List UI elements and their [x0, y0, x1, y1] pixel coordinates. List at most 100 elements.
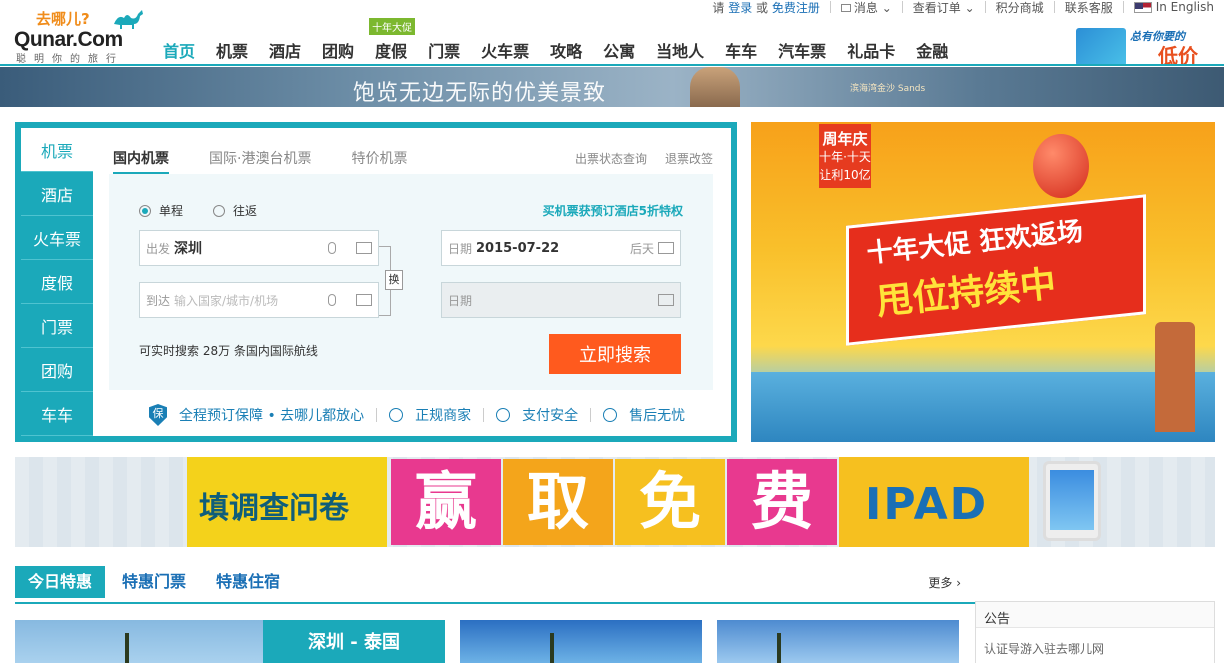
- roundtrip-radio[interactable]: 往返: [213, 202, 257, 219]
- side-tab-hotels[interactable]: 酒店: [21, 172, 93, 216]
- mail-icon: [840, 4, 851, 12]
- tab-ticket-deals[interactable]: 特惠门票: [122, 566, 186, 598]
- oneway-radio[interactable]: 单程: [139, 202, 183, 219]
- top-banner-ad[interactable]: 饱览无边无际的优美景致 滨海湾金沙 Sands: [0, 67, 1224, 107]
- date-value: 2015-07-22: [476, 240, 560, 256]
- deal-card[interactable]: [460, 620, 702, 663]
- deal-card[interactable]: [717, 620, 959, 663]
- microphone-icon[interactable]: [328, 242, 336, 254]
- top-banner-text: 饱览无边无际的优美景致: [353, 81, 607, 106]
- phone-icon: [1076, 28, 1126, 66]
- nav-giftcard[interactable]: 礼品卡: [847, 38, 895, 62]
- logo-en: Qunar.Com: [14, 28, 123, 51]
- register-link[interactable]: 免费注册: [772, 0, 820, 16]
- main-nav: 首页 机票 酒店 团购 十年大促 度假 门票 火车票 攻略 公寓 当地人 车车 汽…: [163, 18, 969, 62]
- assurance-aftersale[interactable]: 售后无忧: [629, 405, 685, 425]
- arrival-field[interactable]: 到达 输入国家/城市/机场: [139, 282, 379, 318]
- nav-locals[interactable]: 当地人: [656, 38, 704, 62]
- tab-special-flights[interactable]: 特价机票: [351, 136, 407, 174]
- nav-flights[interactable]: 机票: [216, 38, 248, 62]
- microphone-icon[interactable]: [328, 294, 336, 306]
- nav-vacation[interactable]: 十年大促 度假: [369, 18, 416, 62]
- nav-hotels[interactable]: 酒店: [269, 38, 301, 62]
- side-tab-groupbuy[interactable]: 团购: [21, 348, 93, 392]
- more-label: 更多: [928, 576, 953, 590]
- radio-dot-checked: [139, 204, 151, 217]
- side-tab-flights[interactable]: 机票: [21, 128, 93, 172]
- flight-type-tabs: 国内机票 国际·港澳台机票 特价机票: [113, 136, 447, 174]
- side-tab-vacation[interactable]: 度假: [21, 260, 93, 304]
- nav-groupbuy[interactable]: 团购: [322, 38, 354, 62]
- customer-service-link[interactable]: 联系客服: [1065, 0, 1113, 16]
- divider: [590, 408, 592, 422]
- side-tab-tickets[interactable]: 门票: [21, 304, 93, 348]
- refund-link[interactable]: 退票改签: [665, 150, 713, 167]
- logo-cn: 去哪儿?: [36, 10, 90, 28]
- qunar-logo[interactable]: 去哪儿? Qunar.Com 聪明你的旅行: [14, 6, 144, 65]
- tab-domestic-flights[interactable]: 国内机票: [113, 136, 169, 174]
- return-date-field: 日期: [441, 282, 681, 318]
- assurance-bar: 保 全程预订保障 • 去哪儿都放心 正规商家 支付安全 售后无忧: [149, 404, 685, 426]
- side-tab-trains[interactable]: 火车票: [21, 216, 93, 260]
- tab-hotel-deals[interactable]: 特惠住宿: [216, 566, 280, 598]
- arrival-label: 到达: [146, 293, 171, 308]
- hotel-discount-link[interactable]: 买机票获预订酒店5折特权: [543, 202, 683, 219]
- assurance-payment[interactable]: 支付安全: [522, 405, 578, 425]
- promo-badge: 十年大促: [369, 18, 416, 35]
- notice-panel: 公告 认证导游入驻去哪儿网: [975, 601, 1215, 663]
- departure-date-field[interactable]: 日期 2015-07-22 后天: [441, 230, 681, 266]
- city-list-icon[interactable]: [356, 294, 372, 306]
- roundtrip-label: 往返: [233, 204, 258, 218]
- nav-bus[interactable]: 汽车票: [778, 38, 826, 62]
- orders-label: 查看订单: [912, 0, 961, 15]
- assurance-merchant[interactable]: 正规商家: [415, 405, 471, 425]
- big-char-4: 费: [727, 459, 837, 545]
- messages-link[interactable]: 消息 ⌄: [840, 0, 892, 16]
- nav-guides[interactable]: 攻略: [550, 38, 582, 62]
- certified-icon: [389, 408, 404, 422]
- anniversary-tag: 周年庆 十年·十天 让利10亿: [819, 124, 871, 188]
- survey-banner-ad[interactable]: 填调查问卷 赢 取 免 费 IPAD: [15, 457, 1215, 547]
- tower-image: [1155, 322, 1195, 432]
- palm-image: [777, 633, 781, 663]
- tab-today-deals[interactable]: 今日特惠: [15, 566, 106, 598]
- banner-brand: 滨海湾金沙 Sands: [850, 84, 926, 94]
- swap-cities-button[interactable]: 换: [385, 270, 403, 290]
- orders-link[interactable]: 查看订单 ⌄: [913, 0, 975, 16]
- side-tab-cars[interactable]: 车车: [21, 392, 93, 436]
- arrival-placeholder: 输入国家/城市/机场: [174, 293, 279, 308]
- tab-international-flights[interactable]: 国际·港澳台机票: [209, 136, 311, 174]
- english-link[interactable]: In English: [1133, 0, 1214, 14]
- survey-text: 填调查问卷: [199, 491, 349, 526]
- anniversary-title: 周年庆: [822, 130, 868, 148]
- login-link[interactable]: 登录: [728, 0, 752, 16]
- nav-apartments[interactable]: 公寓: [603, 38, 635, 62]
- shield-icon: 保: [149, 404, 167, 426]
- calendar-icon[interactable]: [658, 242, 674, 254]
- us-flag-icon: [1133, 2, 1152, 13]
- camel-icon: [114, 10, 143, 29]
- date-hint: 后天: [629, 241, 654, 256]
- nav-cars[interactable]: 车车: [725, 38, 757, 62]
- deals-tabs: 今日特惠 特惠门票 特惠住宿 更多 ›: [15, 564, 975, 604]
- app-promo[interactable]: 总有你要的 低价: [1076, 26, 1216, 68]
- deal-card[interactable]: 深圳 - 泰国: [15, 620, 445, 663]
- points-mall-link[interactable]: 积分商城: [996, 0, 1044, 16]
- search-button[interactable]: 立即搜索: [549, 334, 681, 374]
- tablet-image: [1043, 461, 1101, 541]
- search-panel: 机票 酒店 火车票 度假 门票 团购 车车 国内机票 国际·港澳台机票 特价机票…: [15, 122, 737, 442]
- assurance-main-link[interactable]: 全程预订保障 • 去哪儿都放心: [179, 405, 364, 425]
- nav-trains[interactable]: 火车票: [481, 38, 529, 62]
- please-text: 请: [712, 0, 725, 15]
- return-date-label: 日期: [448, 293, 473, 308]
- divider: [483, 408, 485, 422]
- city-list-icon[interactable]: [356, 242, 372, 254]
- more-link[interactable]: 更多 ›: [928, 574, 961, 591]
- flight-links: 出票状态查询 退票改签: [575, 150, 713, 167]
- anniversary-ad[interactable]: 周年庆 十年·十天 让利10亿 十年大促 狂欢返场 甩位持续中: [751, 122, 1215, 442]
- nav-home[interactable]: 首页: [163, 38, 195, 62]
- nav-finance[interactable]: 金融: [916, 38, 948, 62]
- ticket-status-link[interactable]: 出票状态查询: [575, 150, 647, 167]
- nav-tickets[interactable]: 门票: [428, 38, 460, 62]
- departure-field[interactable]: 出发 深圳: [139, 230, 379, 266]
